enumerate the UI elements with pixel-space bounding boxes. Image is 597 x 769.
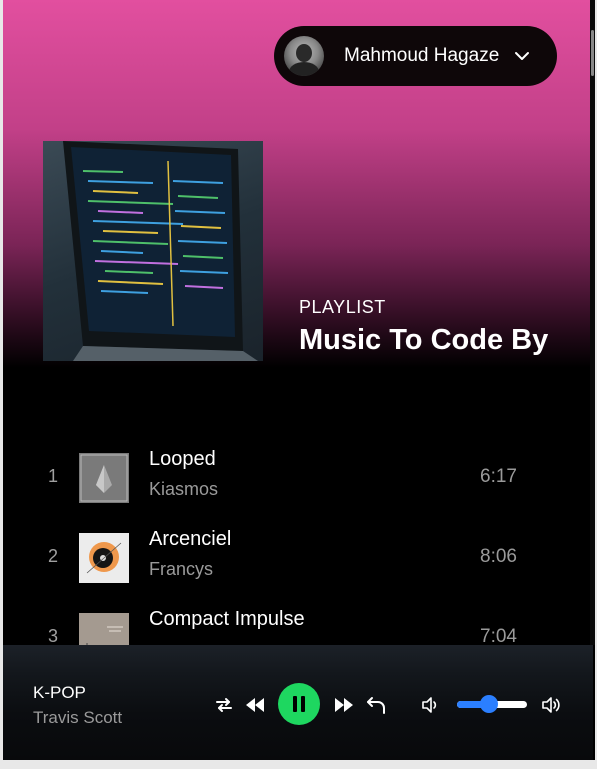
volume-slider-handle[interactable] bbox=[479, 695, 498, 713]
track-duration: 8:06 bbox=[480, 546, 517, 567]
window-bottom-edge bbox=[0, 760, 597, 769]
track-duration: 6:17 bbox=[480, 466, 517, 487]
volume-high-icon[interactable] bbox=[540, 695, 562, 715]
track-artwork bbox=[79, 533, 129, 583]
playlist-type-label: PLAYLIST bbox=[299, 297, 386, 317]
volume-slider[interactable] bbox=[457, 695, 527, 713]
track-number: 3 bbox=[48, 626, 59, 645]
track-artwork bbox=[79, 613, 129, 645]
shuffle-icon[interactable] bbox=[214, 695, 234, 715]
track-title: Arcenciel bbox=[149, 528, 232, 550]
track-number: 1 bbox=[48, 466, 59, 486]
track-artist: Francys bbox=[149, 559, 214, 579]
track-row[interactable]: 1 Looped Kiasmos 6:17 bbox=[3, 446, 590, 510]
now-playing-title: K-POP bbox=[33, 683, 86, 702]
track-artwork bbox=[79, 453, 129, 503]
next-icon[interactable] bbox=[333, 696, 355, 714]
scrollbar-thumb[interactable] bbox=[591, 30, 594, 76]
track-title: Compact Impulse bbox=[149, 608, 305, 630]
user-name: Mahmoud Hagaze bbox=[344, 45, 500, 66]
previous-icon[interactable] bbox=[244, 696, 266, 714]
track-artist: Kiasmos bbox=[149, 479, 219, 499]
now-playing-artist: Travis Scott bbox=[33, 708, 123, 727]
volume-low-icon[interactable] bbox=[420, 695, 440, 715]
repeat-icon[interactable] bbox=[365, 694, 387, 716]
playlist-title: Music To Code By bbox=[299, 324, 549, 356]
pause-icon bbox=[293, 696, 305, 712]
avatar bbox=[284, 36, 324, 76]
chevron-down-icon bbox=[515, 52, 530, 60]
track-row[interactable]: 2 Arcenciel Francys 8:06 bbox=[3, 526, 590, 590]
scrollbar[interactable] bbox=[590, 0, 595, 645]
track-number: 2 bbox=[48, 546, 59, 566]
playlist-view: Mahmoud Hagaze PLAYLIST Music To Code By… bbox=[3, 0, 590, 645]
track-row[interactable]: 3 Compact Impulse 7:04 bbox=[3, 606, 590, 645]
pause-button[interactable] bbox=[278, 683, 320, 725]
player-bar: K-POP Travis Scott bbox=[3, 645, 593, 760]
user-menu-button[interactable]: Mahmoud Hagaze bbox=[274, 26, 557, 86]
playlist-cover-image bbox=[43, 141, 263, 361]
track-title: Looped bbox=[149, 448, 216, 470]
track-duration: 7:04 bbox=[480, 626, 517, 645]
